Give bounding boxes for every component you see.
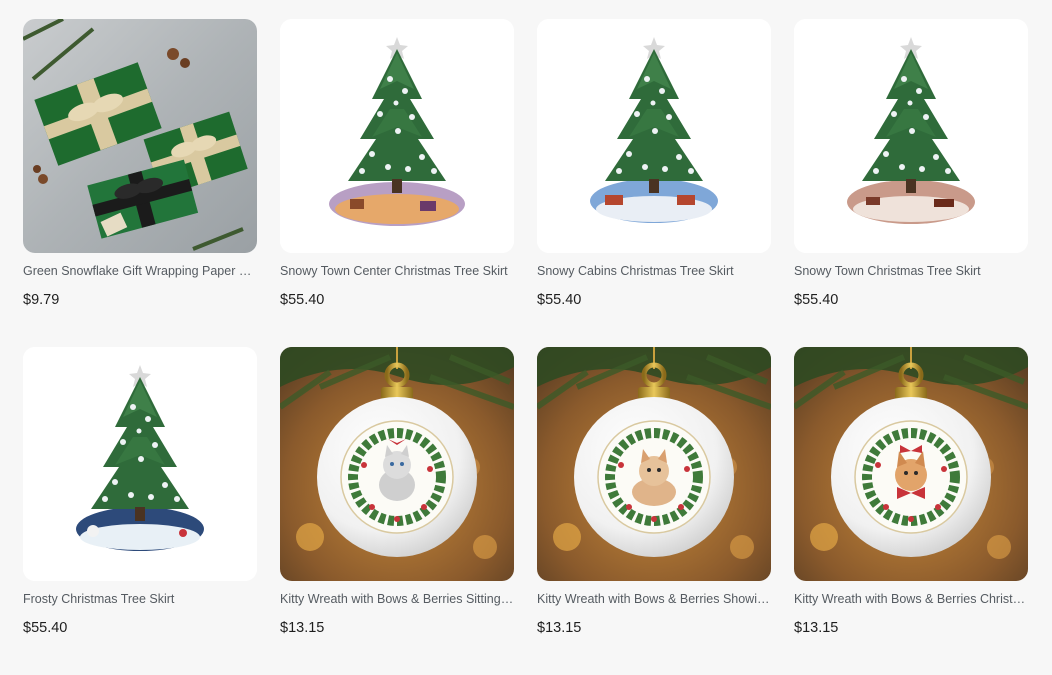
product-image[interactable] — [23, 19, 257, 253]
product-title[interactable]: Kitty Wreath with Bows & Berries Christm… — [794, 591, 1028, 607]
product-image[interactable] — [23, 347, 257, 581]
product-card[interactable]: Snowy Town Christmas Tree Skirt $55.40 — [794, 19, 1028, 347]
product-title[interactable]: Kitty Wreath with Bows & Berries Showing… — [537, 591, 771, 607]
product-image[interactable] — [794, 19, 1028, 253]
product-card[interactable]: Green Snowflake Gift Wrapping Paper Roll… — [23, 19, 257, 347]
product-title[interactable]: Green Snowflake Gift Wrapping Paper Roll… — [23, 263, 257, 279]
product-card[interactable]: Frosty Christmas Tree Skirt $55.40 — [23, 347, 257, 675]
product-image[interactable] — [537, 347, 771, 581]
product-title[interactable]: Snowy Cabins Christmas Tree Skirt — [537, 263, 771, 279]
product-card[interactable]: Snowy Town Center Christmas Tree Skirt $… — [280, 19, 514, 347]
product-price: $9.79 — [23, 292, 60, 308]
product-image[interactable] — [280, 347, 514, 581]
product-title[interactable]: Kitty Wreath with Bows & Berries Sitting… — [280, 591, 514, 607]
product-price: $13.15 — [280, 620, 325, 636]
product-card[interactable]: Kitty Wreath with Bows & Berries Christm… — [794, 347, 1028, 675]
product-card[interactable]: Snowy Cabins Christmas Tree Skirt $55.40 — [537, 19, 771, 347]
product-title[interactable]: Snowy Town Christmas Tree Skirt — [794, 263, 1028, 279]
product-card[interactable]: Kitty Wreath with Bows & Berries Showing… — [537, 347, 771, 675]
product-price: $13.15 — [794, 620, 839, 636]
product-price: $13.15 — [537, 620, 582, 636]
product-price: $55.40 — [537, 292, 582, 308]
product-card[interactable]: Kitty Wreath with Bows & Berries Sitting… — [280, 347, 514, 675]
product-price: $55.40 — [794, 292, 839, 308]
product-image[interactable] — [537, 19, 771, 253]
product-image[interactable] — [794, 347, 1028, 581]
product-image[interactable] — [280, 19, 514, 253]
product-grid: Green Snowflake Gift Wrapping Paper Roll… — [23, 19, 1028, 675]
product-price: $55.40 — [23, 620, 68, 636]
product-title[interactable]: Snowy Town Center Christmas Tree Skirt — [280, 263, 514, 279]
product-title[interactable]: Frosty Christmas Tree Skirt — [23, 591, 257, 607]
product-price: $55.40 — [280, 292, 325, 308]
